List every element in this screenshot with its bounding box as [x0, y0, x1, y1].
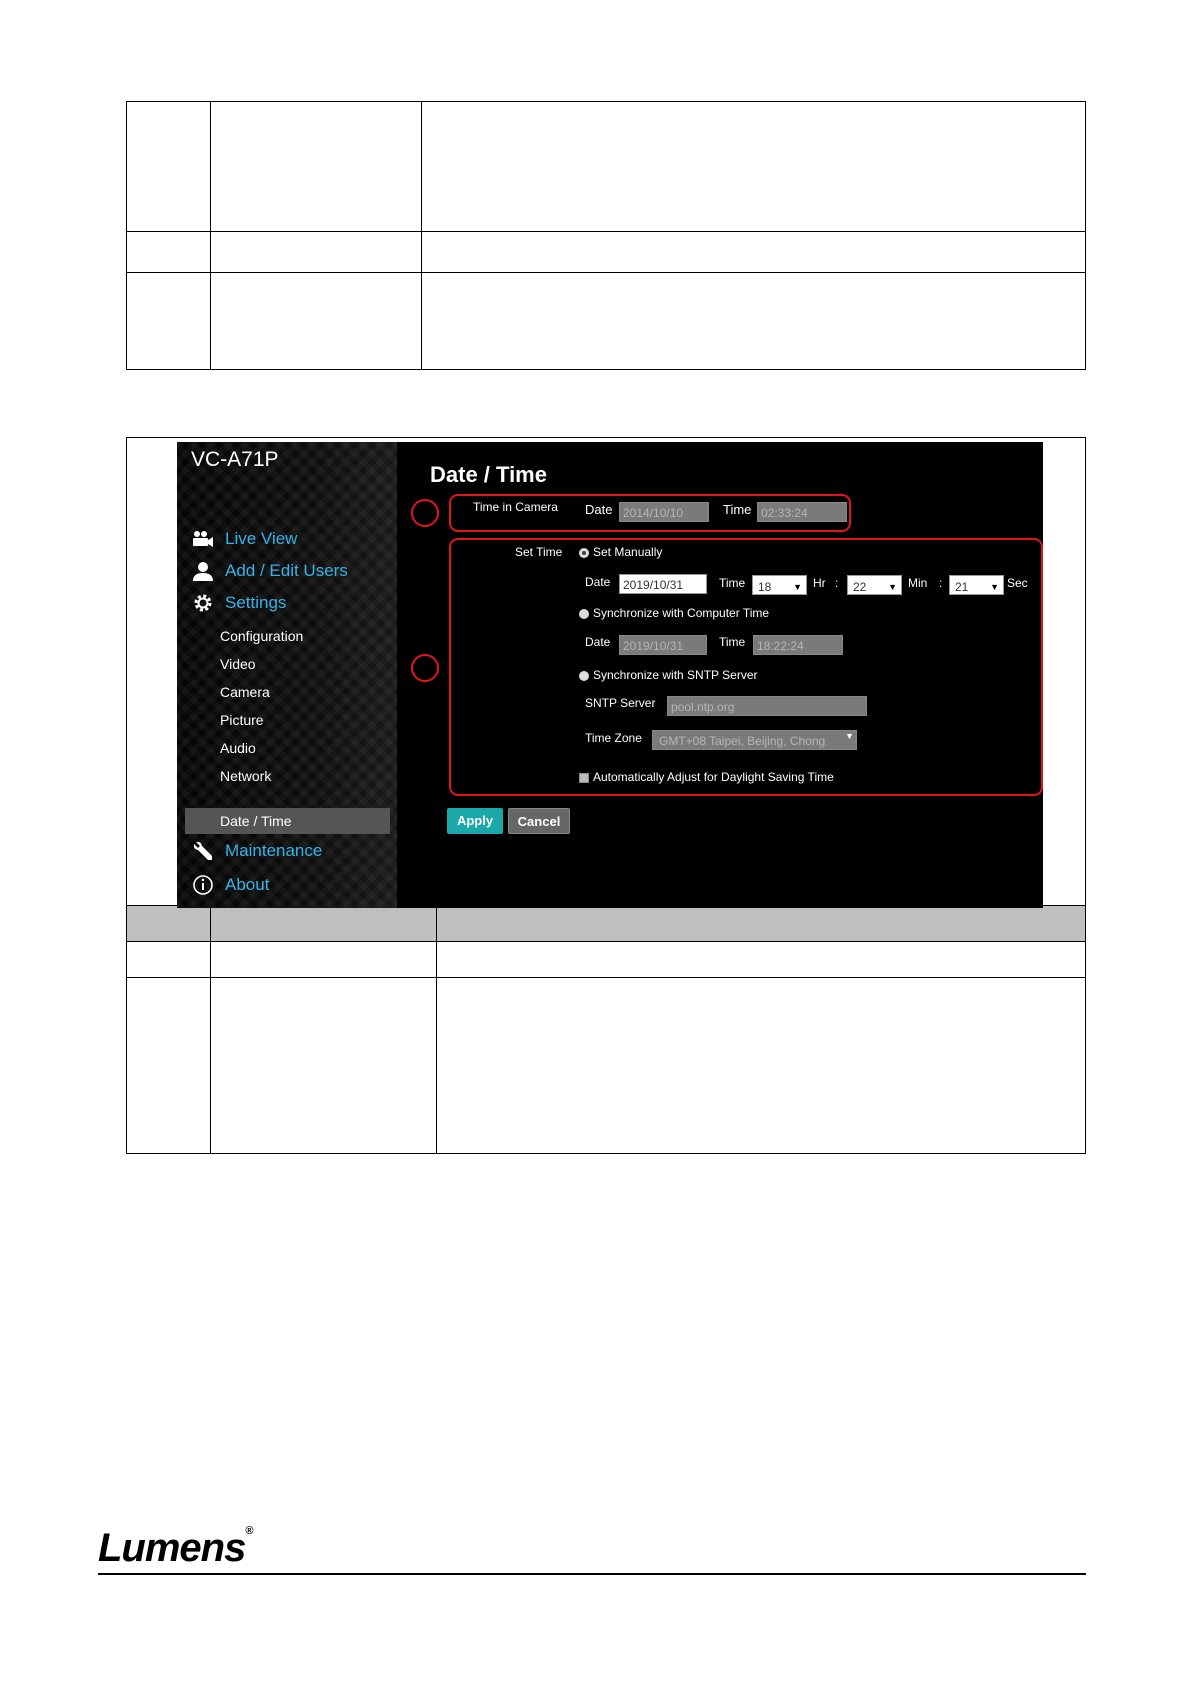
second-value: 21: [955, 580, 969, 594]
table-row: [126, 941, 1086, 978]
top-table: [126, 101, 1086, 370]
dropdown-arrow-icon: ▼: [845, 731, 854, 741]
nav-network[interactable]: Network: [220, 768, 271, 784]
user-icon: [191, 559, 215, 583]
nav-label: Maintenance: [225, 841, 323, 860]
time-zone-label: Time Zone: [585, 731, 642, 745]
dropdown-arrow-icon: ▼: [888, 582, 897, 592]
camera-users-icon: [191, 527, 215, 551]
nav-picture[interactable]: Picture: [220, 712, 264, 728]
table-row: [126, 231, 1086, 273]
computer-time-label: Time: [719, 635, 746, 649]
hr-label: Hr: [813, 576, 826, 590]
hour-select[interactable]: 18 ▼: [752, 575, 807, 595]
gear-icon: [191, 591, 215, 615]
sync-computer-label: Synchronize with Computer Time: [593, 606, 770, 620]
time-zone-select[interactable]: GMT+08 Taipei, Beijing, Chong: [652, 730, 857, 750]
nav-about[interactable]: About: [191, 872, 269, 898]
table-row: [126, 272, 1086, 370]
hour-value: 18: [758, 580, 772, 594]
info-icon: [191, 873, 215, 897]
sync-sntp-label: Synchronize with SNTP Server: [593, 668, 758, 682]
sidebar: VC-A71P Live View Add / Edit Users Setti…: [177, 442, 397, 908]
daylight-saving-checkbox[interactable]: [579, 773, 589, 783]
brand-name: Lumens: [98, 1526, 246, 1570]
camera-date-label: Date: [585, 502, 613, 517]
second-select[interactable]: 21 ▼: [949, 575, 1004, 595]
bottom-table: [126, 905, 1086, 1154]
nav-add-edit-users[interactable]: Add / Edit Users: [191, 558, 348, 584]
minute-select[interactable]: 22 ▼: [847, 575, 902, 595]
dropdown-arrow-icon: ▼: [990, 582, 999, 592]
table-row: [126, 101, 1086, 232]
footer-rule: [98, 1573, 1086, 1575]
camera-date-field: 2014/10/10: [619, 502, 709, 522]
registered-mark: ®: [245, 1525, 253, 1537]
radio-sync-sntp[interactable]: [579, 671, 589, 681]
nav-label: Settings: [225, 593, 287, 612]
apply-button[interactable]: Apply: [447, 808, 503, 834]
nav-label: Add / Edit Users: [225, 561, 348, 580]
sntp-server-label: SNTP Server: [585, 696, 656, 710]
camera-web-ui-screenshot: VC-A71P Live View Add / Edit Users Setti…: [177, 442, 1043, 908]
nav-live-view[interactable]: Live View: [191, 526, 297, 552]
radio-set-manually[interactable]: [579, 548, 589, 558]
set-time-label: Set Time: [515, 545, 563, 559]
manual-time-label: Time: [719, 576, 746, 590]
page-title: Date / Time: [430, 462, 547, 487]
computer-date-label: Date: [585, 635, 611, 649]
manual-date-input[interactable]: 2019/10/31: [619, 574, 707, 594]
annotation-circle-1: [411, 499, 439, 527]
colon-1: :: [835, 576, 839, 590]
sntp-server-input[interactable]: pool.ntp.org: [667, 696, 867, 716]
wrench-icon: [191, 839, 215, 863]
manual-date-label: Date: [585, 575, 611, 589]
camera-time-label: Time: [723, 502, 752, 517]
nav-label: Live View: [225, 529, 298, 548]
table-header-row: [126, 905, 1086, 942]
brand-logo: Lumens®: [98, 1525, 253, 1570]
nav-label: About: [225, 875, 270, 894]
dropdown-arrow-icon: ▼: [793, 582, 802, 592]
nav-maintenance[interactable]: Maintenance: [191, 838, 322, 864]
min-label: Min: [908, 576, 928, 590]
sec-label: Sec: [1007, 576, 1028, 590]
daylight-saving-label: Automatically Adjust for Daylight Saving…: [593, 770, 834, 784]
cancel-button[interactable]: Cancel: [508, 808, 570, 834]
colon-2: :: [939, 576, 943, 590]
model-name: VC-A71P: [191, 448, 279, 471]
camera-time-field: 02:33:24: [757, 502, 847, 522]
set-manually-label: Set Manually: [593, 545, 663, 559]
time-zone-value: GMT+08 Taipei, Beijing, Chong: [659, 734, 826, 748]
nav-video[interactable]: Video: [220, 656, 256, 672]
nav-configuration[interactable]: Configuration: [220, 628, 303, 644]
nav-settings[interactable]: Settings: [191, 590, 286, 616]
minute-value: 22: [853, 580, 867, 594]
computer-date-field: 2019/10/31: [619, 635, 707, 655]
table-row: [126, 977, 1086, 1154]
nav-date-time[interactable]: Date / Time: [220, 813, 292, 829]
computer-time-field: 18:22:24: [753, 635, 843, 655]
radio-sync-computer[interactable]: [579, 609, 589, 619]
time-in-camera-label: Time in Camera: [473, 500, 558, 514]
nav-audio[interactable]: Audio: [220, 740, 256, 756]
annotation-circle-2: [411, 654, 439, 682]
nav-camera[interactable]: Camera: [220, 684, 270, 700]
